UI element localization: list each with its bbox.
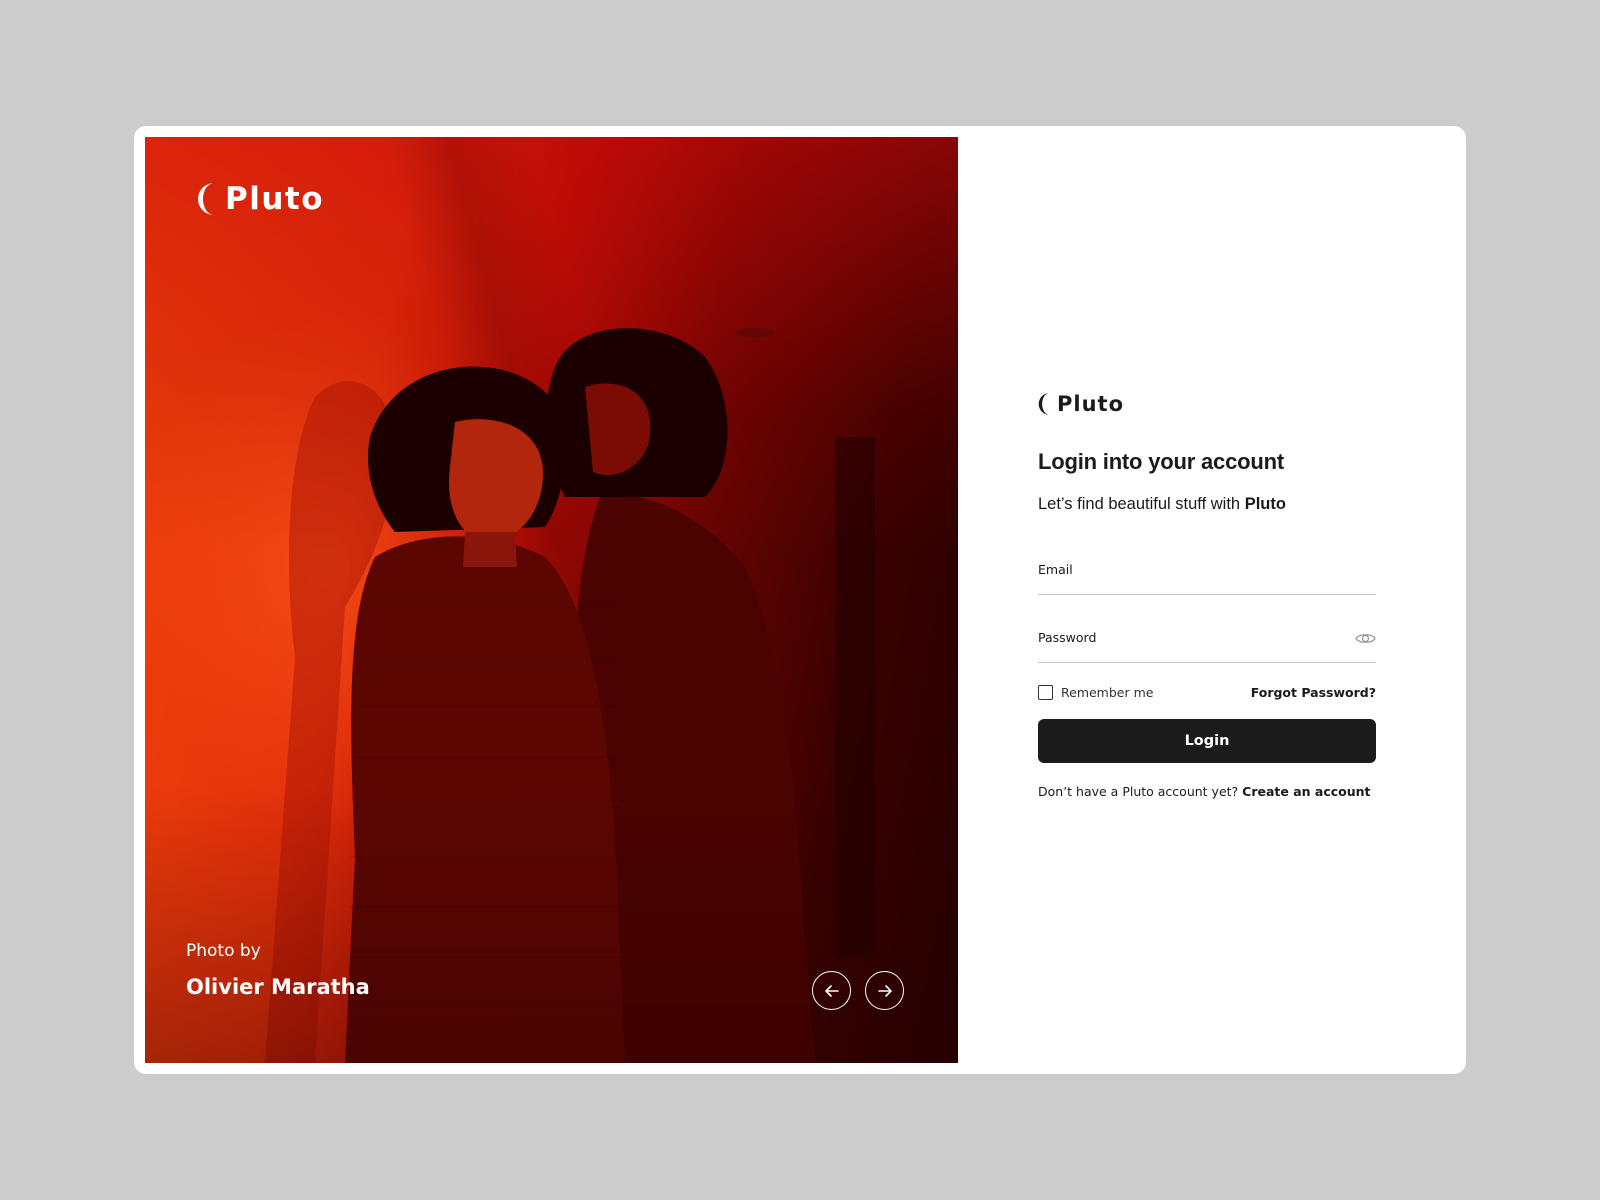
subtitle-text: Let’s find beautiful stuff with [1038, 495, 1245, 513]
photo-bottom-shade [145, 137, 958, 1063]
login-form: Pluto Login into your account Let’s find… [1038, 392, 1376, 799]
photo-credit-name: Olivier Maratha [186, 975, 370, 999]
forgot-password-link[interactable]: Forgot Password? [1251, 685, 1376, 700]
crescent-moon-icon [198, 183, 214, 215]
previous-photo-button[interactable] [812, 971, 851, 1010]
photo-brand-name: Pluto [225, 181, 325, 217]
brand-logo: Pluto [1038, 392, 1376, 416]
brand-name: Pluto [1057, 392, 1125, 416]
photo-credit: Photo by Olivier Maratha [186, 941, 370, 999]
password-input[interactable] [1038, 620, 1376, 662]
email-field: Email [1038, 552, 1376, 595]
password-field: Password [1038, 620, 1376, 663]
login-card: Pluto Photo by Olivier Maratha Pluto Log… [134, 126, 1466, 1074]
remember-me-label: Remember me [1061, 685, 1154, 700]
subtitle-brand: Pluto [1244, 495, 1286, 513]
remember-me-checkbox[interactable] [1038, 685, 1053, 700]
photo-credit-label: Photo by [186, 941, 261, 961]
create-account-link[interactable]: Create an account [1242, 784, 1370, 799]
remember-me-toggle[interactable]: Remember me [1038, 685, 1153, 700]
hero-photo: Pluto Photo by Olivier Maratha [145, 137, 958, 1063]
login-button[interactable]: Login [1038, 719, 1376, 763]
form-options: Remember me Forgot Password? [1038, 685, 1376, 700]
photo-brand-logo: Pluto [197, 181, 324, 217]
eye-icon[interactable] [1355, 631, 1376, 646]
signup-prompt-text: Don’t have a Pluto account yet? [1038, 784, 1243, 799]
page-subtitle: Let’s find beautiful stuff with Pluto [1038, 495, 1376, 514]
signup-prompt: Don’t have a Pluto account yet? Create a… [1038, 784, 1376, 799]
email-input[interactable] [1038, 552, 1376, 594]
page-title: Login into your account [1038, 449, 1284, 474]
arrow-right-icon [877, 984, 892, 997]
crescent-moon-icon [1038, 393, 1050, 415]
next-photo-button[interactable] [865, 971, 904, 1010]
arrow-left-icon [824, 984, 839, 997]
